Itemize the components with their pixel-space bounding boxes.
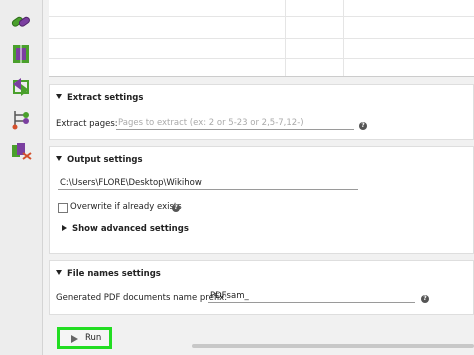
show-advanced-settings-toggle[interactable]: Show advanced settings xyxy=(62,224,189,234)
run-button[interactable]: Run xyxy=(57,327,112,349)
output-settings-header[interactable]: Output settings xyxy=(56,155,143,165)
file-names-settings-header[interactable]: File names settings xyxy=(56,269,161,279)
horizontal-scrollbar[interactable] xyxy=(192,344,474,348)
run-label: Run xyxy=(85,333,102,343)
rotate-icon[interactable] xyxy=(9,75,33,99)
collapse-arrow-icon xyxy=(56,156,62,161)
extract-settings-panel: Extract settings Extract pages: ? xyxy=(49,84,474,140)
merge-icon[interactable] xyxy=(9,10,33,34)
collapse-arrow-icon xyxy=(56,94,62,99)
output-settings-panel: Output settings Overwrite if already exi… xyxy=(49,146,474,254)
collapse-arrow-icon xyxy=(56,270,62,275)
overwrite-checkbox[interactable] xyxy=(58,203,68,213)
help-icon[interactable]: ? xyxy=(172,204,180,212)
tool-sidebar xyxy=(0,0,43,355)
play-icon xyxy=(71,335,78,343)
help-icon[interactable]: ? xyxy=(421,295,429,303)
expand-arrow-icon xyxy=(62,225,67,231)
help-icon[interactable]: ? xyxy=(359,122,367,130)
extract-icon[interactable] xyxy=(9,139,33,163)
extract-pages-input[interactable] xyxy=(116,117,354,130)
document-table[interactable] xyxy=(49,0,474,77)
prefix-input[interactable] xyxy=(208,290,415,303)
split-icon[interactable] xyxy=(9,42,33,66)
extract-pages-label: Extract pages: xyxy=(56,119,118,129)
prefix-label: Generated PDF documents name prefix: xyxy=(56,293,228,303)
overwrite-label: Overwrite if already exists xyxy=(70,202,182,212)
extract-settings-header[interactable]: Extract settings xyxy=(56,93,143,103)
output-path-field[interactable] xyxy=(58,177,358,190)
file-names-settings-panel: File names settings Generated PDF docume… xyxy=(49,260,474,315)
split-by-bookmarks-icon[interactable] xyxy=(9,107,33,131)
